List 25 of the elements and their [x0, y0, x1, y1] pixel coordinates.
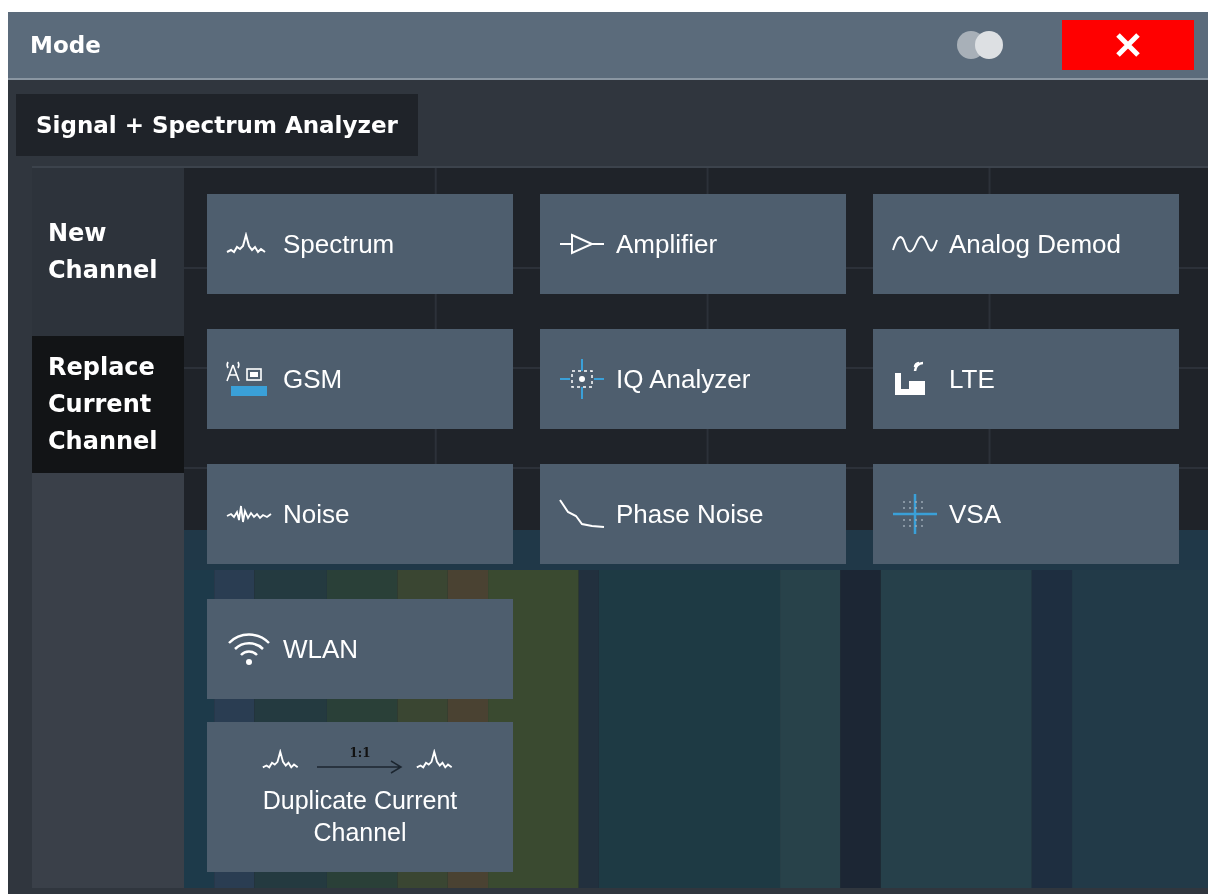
application-button[interactable]: Noise: [207, 464, 513, 564]
tab[interactable]: Signal + Spectrum Analyzer: [16, 94, 418, 156]
application-button[interactable]: IQ Analyzer: [540, 329, 846, 429]
application-button[interactable]: Amplifier: [540, 194, 846, 294]
application-button[interactable]: Phase Noise: [540, 464, 846, 564]
application-button[interactable]: WLAN: [207, 599, 513, 699]
application-button[interactable]: LTE: [873, 329, 1179, 429]
duplicate-channel-button[interactable]: 1:1 Duplicate Current Channel: [207, 722, 513, 872]
side-tab[interactable]: New Channel: [32, 168, 184, 336]
side-tab[interactable]: Replace Current Channel: [32, 336, 184, 473]
window-title: Mode: [30, 32, 102, 58]
descending-curve-icon: [558, 498, 606, 530]
constellation-icon: [891, 494, 939, 534]
application-button[interactable]: VSA: [873, 464, 1179, 564]
amplifier-icon: [558, 232, 606, 256]
application-button[interactable]: Spectrum: [207, 194, 513, 294]
wifi-icon: [225, 631, 273, 667]
ratio-label: 1:1: [349, 746, 371, 760]
iq-crosshair-icon: [558, 359, 606, 399]
close-button[interactable]: [1062, 20, 1194, 70]
application-button[interactable]: GSM: [207, 329, 513, 429]
arrow-icon: [317, 760, 403, 774]
application-button[interactable]: Analog Demod: [873, 194, 1179, 294]
duplicate-label: Duplicate Current Channel: [261, 785, 459, 848]
close-icon: [1115, 32, 1141, 58]
